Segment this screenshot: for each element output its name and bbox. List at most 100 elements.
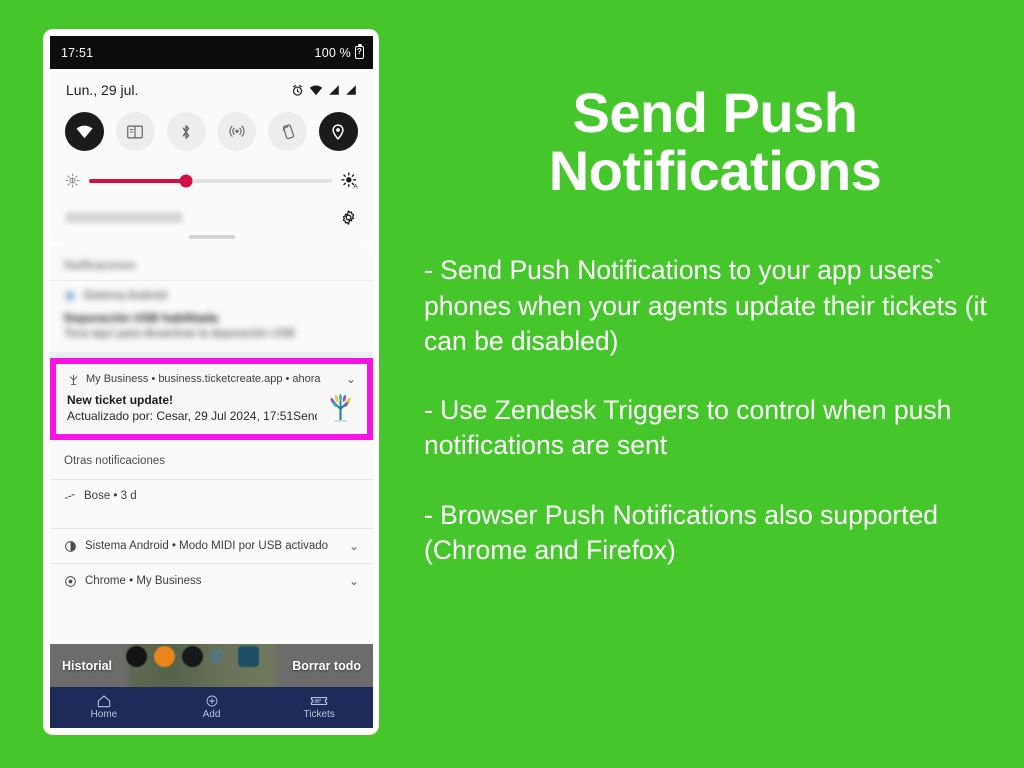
system-notification-text: Toca aquí para desactivar la depuración … [64,328,295,340]
brightness-slider-fill [89,178,187,183]
phone-screen: 17:51 100 % Lun., 29 jul. [50,36,373,728]
wifi-icon [309,85,323,96]
push-notification-title: New ticket update! [67,393,174,407]
quick-settings-panel: Lun., 29 jul. A [50,69,373,246]
chrome-notification-text: Chrome • My Business [85,575,202,587]
chevron-down-icon[interactable]: ⌄ [346,372,356,386]
system-notification-app: Sistema Android [83,290,167,302]
quick-settings-toggles [64,112,359,151]
notification-shade: Notificaciones Sistema Android Depuració… [50,246,373,644]
bullet-item: - Send Push Notifications to your app us… [424,255,987,356]
carrier-label-blurred [65,211,183,223]
notifications-section-label: Notificaciones [64,260,136,272]
push-notification-text-block: New ticket update! Actualizado por: Cesa… [67,393,317,423]
quick-settings-date: Lun., 29 jul. [66,82,139,98]
signal-icon [329,85,339,95]
brightness-slider-knob[interactable] [179,174,193,187]
system-notification-header: Sistema Android [64,290,359,302]
phone-screenshot-frame: 17:51 100 % Lun., 29 jul. [43,29,379,735]
bose-notification-header: Bose • 3 d [64,490,359,502]
signal-icon [346,85,356,95]
clock-app-icon[interactable] [126,646,147,667]
auto-rotate-toggle[interactable] [268,112,308,151]
tree-logo-icon [330,393,351,422]
tree-icon [69,374,78,385]
android-system-icon [65,291,75,301]
other-notifications-label: Otras notificaciones [64,455,165,467]
reading-mode-toggle[interactable] [115,112,155,151]
chrome-icon [65,575,76,587]
quick-settings-status-icons [291,84,357,97]
shade-section-header: Notificaciones [50,246,373,280]
brightness-slider-row[interactable]: A [64,172,359,189]
clear-all-button[interactable]: Borrar todo [292,659,361,673]
battery-icon [355,44,364,59]
alarm-icon [292,84,303,96]
battery-percent-label: 100 % [314,45,351,60]
brightness-auto-icon: A [341,172,358,189]
app-bottom-nav: Home Add Tickets [50,687,373,728]
bluetooth-icon [182,124,190,139]
push-notification[interactable]: My Business • business.ticketcreate.app … [56,364,367,434]
quick-settings-footer [64,206,359,228]
nav-item-tickets[interactable]: Tickets [265,694,373,722]
location-pin-icon [332,123,345,140]
status-right-cluster: 100 % [314,44,364,60]
ticket-icon [311,696,328,705]
nav-label-home: Home [90,708,118,720]
rotate-icon [282,123,294,139]
chevron-down-icon[interactable]: ⌄ [349,574,359,588]
bluetooth-toggle[interactable] [166,112,206,151]
push-notification-subtitle: Actualizado por: Cesar, 29 Jul 2024, 17:… [67,409,317,423]
status-bar: 17:51 100 % [50,36,373,69]
phone-app-icon[interactable]: ✆ [210,646,231,667]
equalizer-app-icon[interactable] [238,646,259,667]
svg-text:A: A [353,183,358,189]
notification-bose[interactable]: Bose • 3 d [50,479,373,528]
bullet-item: - Use Zendesk Triggers to control when p… [424,395,952,461]
page-title: Send Push Notifications [548,81,882,202]
android-system-notification-text: Sistema Android • Modo MIDI por USB acti… [85,540,329,552]
notification-android-system[interactable]: Sistema Android • Modo MIDI por USB acti… [50,528,373,563]
android-system-icon [65,540,76,552]
hotspot-icon [229,125,245,137]
wifi-toggle[interactable] [65,112,104,151]
nav-item-add[interactable]: Add [158,694,266,722]
gear-icon[interactable] [340,209,357,226]
brightness-low-icon [65,173,80,188]
history-button[interactable]: Historial [62,659,112,673]
shade-filler [50,598,373,644]
shade-drag-handle[interactable] [188,235,235,239]
bullet-item: - Browser Push Notifications also suppor… [424,499,939,565]
quick-settings-header: Lun., 29 jul. [64,79,359,98]
system-notification-title: Depuración USB habilitada [64,311,219,325]
brightness-slider-track[interactable] [89,174,332,187]
vlc-app-icon[interactable] [154,646,175,667]
book-icon [127,125,144,138]
notification-chrome[interactable]: Chrome • My Business ⌄ [50,563,373,598]
slide-copy: Send Push Notifications - Send Push Noti… [406,0,1024,768]
push-notification-body: New ticket update! Actualizado por: Cesa… [67,393,356,424]
chevron-down-icon[interactable]: ⌄ [349,539,359,553]
push-notification-highlight: My Business • business.ticketcreate.app … [50,358,373,440]
wifi-icon [76,125,93,139]
status-time: 17:51 [61,45,94,60]
home-icon [97,695,111,708]
nav-label-add: Add [202,708,221,720]
bose-notification-text: Bose • 3 d [84,490,137,502]
push-notification-header: My Business • business.ticketcreate.app … [67,372,356,386]
location-toggle[interactable] [318,112,358,151]
recent-app-icons: ✆ [126,646,259,667]
nav-label-tickets: Tickets [303,708,335,720]
nav-item-home[interactable]: Home [50,694,158,722]
bose-app-icon[interactable] [182,646,203,667]
system-notification[interactable]: Sistema Android Depuración USB habilitad… [50,280,373,352]
recents-bar: Historial ✆ Borrar todo [50,644,373,687]
other-notifications-label-row: Otras notificaciones [50,440,373,479]
bullet-list: - Send Push Notifications to your app us… [424,253,1006,568]
hotspot-toggle[interactable] [217,112,257,151]
bose-icon [64,494,75,499]
push-notification-source: My Business • business.ticketcreate.app … [86,373,321,385]
plus-circle-icon [206,695,217,707]
system-notification-body: Depuración USB habilitada Toca aquí para… [64,311,359,340]
